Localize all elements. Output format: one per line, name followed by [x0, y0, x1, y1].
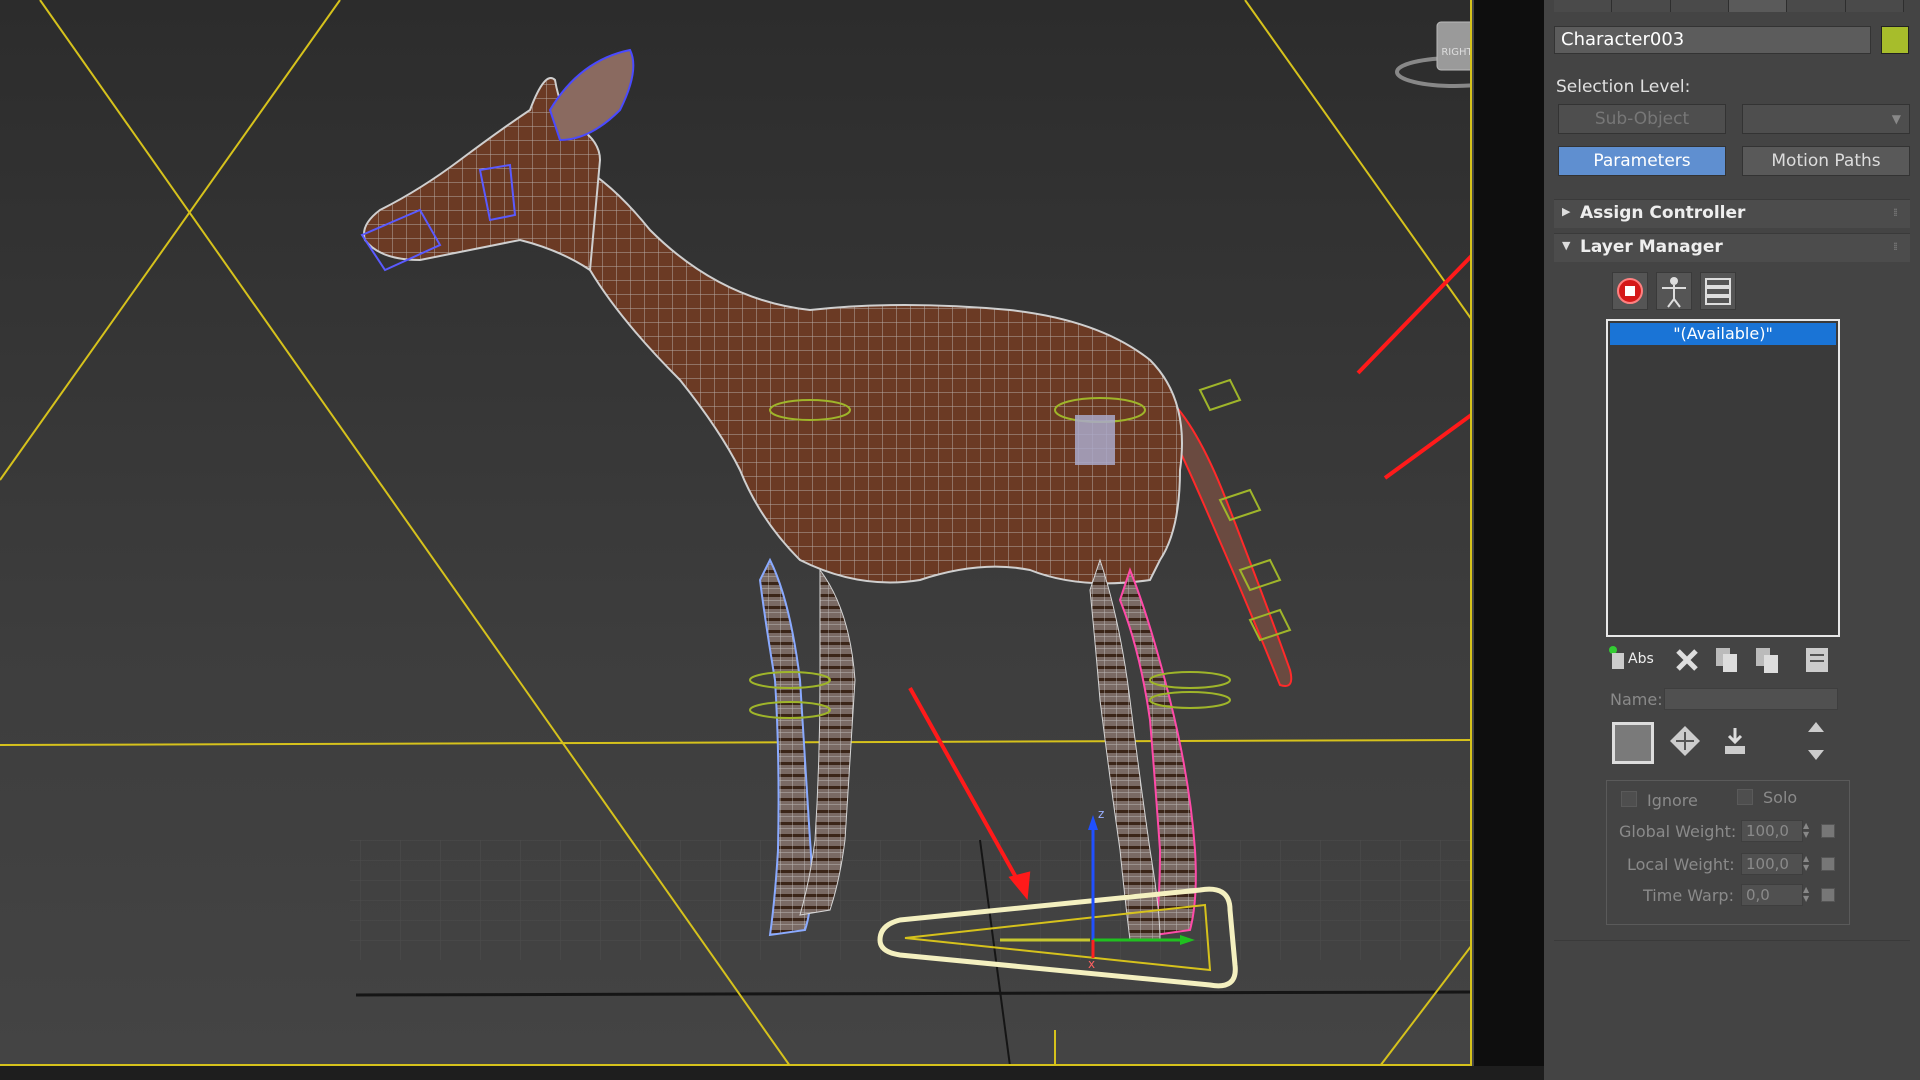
- move-icon: [1670, 726, 1700, 756]
- animation-layer-enable-button[interactable]: [1612, 272, 1648, 310]
- panel-divider: [1554, 940, 1910, 941]
- viewcube-label: RIGHT: [1441, 47, 1472, 58]
- arrow-up-icon: [1808, 722, 1824, 732]
- sub-object-button[interactable]: Sub-Object: [1558, 104, 1726, 134]
- arrow-down-icon: [1808, 750, 1824, 760]
- time-warp-label: Time Warp:: [1643, 886, 1734, 905]
- motion-paths-button[interactable]: Motion Paths: [1742, 146, 1910, 176]
- biped-figure-icon: [1662, 277, 1686, 308]
- tab-motion[interactable]: [1728, 0, 1788, 12]
- object-color-swatch[interactable]: [1881, 26, 1909, 54]
- assign-controller-rollout[interactable]: ▶ Assign Controller ⁞⁞: [1554, 199, 1910, 228]
- global-weight-field[interactable]: 100,0: [1741, 820, 1803, 842]
- move-layer-up-button[interactable]: [1802, 718, 1830, 738]
- local-weight-key-button[interactable]: [1821, 857, 1835, 871]
- gizmo-z-label: z: [1098, 807, 1104, 821]
- layer-color-swatch[interactable]: [1612, 722, 1654, 764]
- viewport-right[interactable]: RIGHT z x: [0, 0, 1472, 1066]
- load-layers-button[interactable]: [1668, 724, 1702, 758]
- local-weight-field[interactable]: 100,0: [1741, 853, 1803, 875]
- floor-grid: [350, 840, 1470, 960]
- list-item[interactable]: "(Available)": [1610, 323, 1836, 345]
- parameters-button[interactable]: Parameters: [1558, 146, 1726, 176]
- global-weight-spinner[interactable]: ▲ ▼: [1803, 821, 1813, 841]
- tab-utilities[interactable]: [1845, 0, 1904, 12]
- global-weight-label: Global Weight:: [1619, 822, 1737, 841]
- layer-manager-title: Layer Manager: [1580, 237, 1723, 257]
- ignore-checkbox[interactable]: [1621, 791, 1637, 807]
- save-layer-button[interactable]: [1718, 724, 1752, 758]
- copy-layer-button[interactable]: [1710, 643, 1744, 677]
- ignore-label: Ignore: [1647, 791, 1698, 810]
- collapse-arrow-icon: ▼: [1562, 239, 1571, 252]
- tab-hierarchy[interactable]: [1670, 0, 1729, 12]
- paste-layer-button[interactable]: [1750, 643, 1784, 677]
- expand-arrow-icon: ▶: [1562, 205, 1571, 218]
- biped-figure-button[interactable]: [1656, 272, 1692, 310]
- global-weight-key-button[interactable]: [1821, 824, 1835, 838]
- delete-layer-button[interactable]: [1670, 643, 1704, 677]
- selection-level-label: Selection Level:: [1556, 77, 1691, 97]
- add-layer-abs-button[interactable]: Abs: [1606, 643, 1662, 677]
- gizmo-x-label: x: [1088, 957, 1095, 971]
- delete-icon: [1676, 649, 1698, 671]
- layer-list[interactable]: "(Available)": [1606, 319, 1840, 637]
- record-icon: [1617, 278, 1643, 304]
- collapse-layer-icon: [1806, 648, 1828, 672]
- layer-name-field[interactable]: [1664, 688, 1838, 710]
- paste-icon: [1756, 648, 1778, 673]
- grip-icon: ⁞⁞: [1893, 240, 1898, 253]
- tab-create[interactable]: [1554, 0, 1613, 12]
- local-weight-label: Local Weight:: [1627, 855, 1735, 874]
- bottom-strip: [0, 1066, 1544, 1080]
- move-layer-down-button[interactable]: [1802, 744, 1830, 764]
- tab-modify[interactable]: [1612, 0, 1671, 12]
- layer-stack-icon: [1705, 278, 1731, 305]
- object-name-field[interactable]: Character003: [1554, 26, 1871, 54]
- viewport-scene[interactable]: RIGHT z x: [0, 0, 1472, 1066]
- command-panel: Character003 Selection Level: Sub-Object…: [1544, 0, 1920, 1080]
- chevron-down-icon: ▼: [1891, 112, 1901, 126]
- copy-icon: [1716, 648, 1737, 672]
- time-warp-spinner[interactable]: ▲ ▼: [1803, 885, 1813, 905]
- collapse-layer-button[interactable]: [1800, 643, 1834, 677]
- viewport-gutter: [1474, 0, 1544, 1070]
- tab-display[interactable]: [1787, 0, 1846, 12]
- sub-object-dropdown[interactable]: ▼: [1742, 104, 1910, 134]
- time-warp-key-button[interactable]: [1821, 888, 1835, 902]
- save-icon: [1725, 728, 1745, 754]
- layer-properties-button[interactable]: [1700, 272, 1736, 310]
- ground-line: [355, 990, 1472, 997]
- layer-properties-group: Ignore Solo Global Weight: 100,0 ▲ ▼ Loca…: [1606, 780, 1850, 925]
- solo-checkbox[interactable]: [1737, 789, 1753, 805]
- command-panel-tabs: [1554, 0, 1904, 14]
- time-warp-field[interactable]: 0,0: [1741, 884, 1803, 906]
- layer-manager-rollout[interactable]: ▼ Layer Manager ⁞⁞: [1554, 233, 1910, 262]
- viewcube[interactable]: RIGHT: [1395, 21, 1472, 88]
- grip-icon: ⁞⁞: [1893, 206, 1898, 219]
- name-label: Name:: [1610, 690, 1663, 709]
- assign-controller-title: Assign Controller: [1580, 203, 1746, 223]
- abs-label: Abs: [1628, 651, 1654, 667]
- local-weight-spinner[interactable]: ▲ ▼: [1803, 854, 1813, 874]
- okapi-model[interactable]: [360, 48, 1293, 941]
- solo-label: Solo: [1763, 788, 1798, 807]
